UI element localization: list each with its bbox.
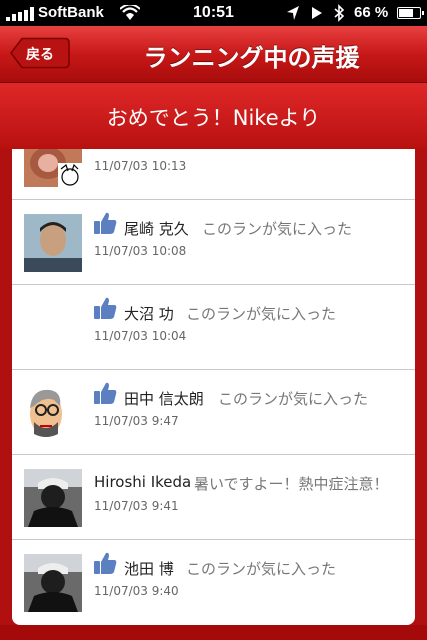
thumbs-up-icon <box>94 552 117 574</box>
timestamp: 11/07/03 10:08 <box>94 244 187 258</box>
avatar <box>24 384 82 442</box>
avatar <box>24 149 82 187</box>
battery-icon <box>397 7 424 19</box>
list-item[interactable]: 田中 信太朗 このランが気に入った 11/07/03 9:47 <box>12 370 415 455</box>
timestamp: 11/07/03 9:40 <box>94 584 179 598</box>
user-name: 尾崎 克久 <box>124 220 189 238</box>
timestamp: 11/07/03 9:47 <box>94 414 179 428</box>
list-item[interactable]: Hiroshi Ikeda 暑いですよー！熱中症注意！ 11/07/03 9:4… <box>12 455 415 540</box>
list-item[interactable]: 池田 博 このランが気に入った 11/07/03 9:40 <box>12 540 415 624</box>
thumbs-up-icon <box>94 297 117 319</box>
back-button[interactable]: 戻る <box>10 37 70 69</box>
bottom-bar <box>0 625 427 640</box>
bluetooth-icon <box>334 4 345 22</box>
avatar <box>24 554 82 612</box>
user-name: Hiroshi Ikeda <box>94 473 192 491</box>
cheer-message: このランが気に入った <box>186 560 337 578</box>
cheer-message: このランが気に入った <box>186 305 337 323</box>
page-title: ランニング中の声援 <box>143 44 360 72</box>
avatar <box>24 469 82 527</box>
avatar <box>24 214 82 272</box>
cheer-message: このランが気に入った <box>218 390 369 408</box>
list-item[interactable]: 11/07/03 10:13 <box>12 149 415 200</box>
navigation-bar: 戻る ランニング中の声援 <box>0 26 427 83</box>
status-bar: SoftBank 10:51 66 % <box>0 0 427 26</box>
cheer-list[interactable]: 11/07/03 10:13 尾崎 克久 このランが気に入った 11/07/03… <box>12 149 415 625</box>
timestamp: 11/07/03 10:04 <box>94 329 187 343</box>
banner-text: おめでとう！Nikeより <box>106 106 321 130</box>
user-name: 田中 信太朗 <box>124 390 204 408</box>
play-icon <box>312 7 322 19</box>
timestamp: 11/07/03 9:41 <box>94 499 179 513</box>
user-name: 池田 博 <box>124 560 174 578</box>
cheer-message: 暑いですよー！熱中症注意！ <box>194 475 389 493</box>
timestamp: 11/07/03 10:13 <box>94 159 187 173</box>
thumbs-up-icon <box>94 382 117 404</box>
back-button-label: 戻る <box>26 47 54 63</box>
cheer-message: このランが気に入った <box>202 220 353 238</box>
user-name: 大沼 功 <box>124 305 174 323</box>
location-icon <box>287 6 299 20</box>
list-item[interactable]: 尾崎 克久 このランが気に入った 11/07/03 10:08 <box>12 200 415 285</box>
battery-percent: 66 % <box>354 4 389 21</box>
thumbs-up-icon <box>94 212 117 234</box>
list-item[interactable]: 大沼 功 このランが気に入った 11/07/03 10:04 <box>12 285 415 370</box>
banner: おめでとう！Nikeより <box>0 83 427 149</box>
